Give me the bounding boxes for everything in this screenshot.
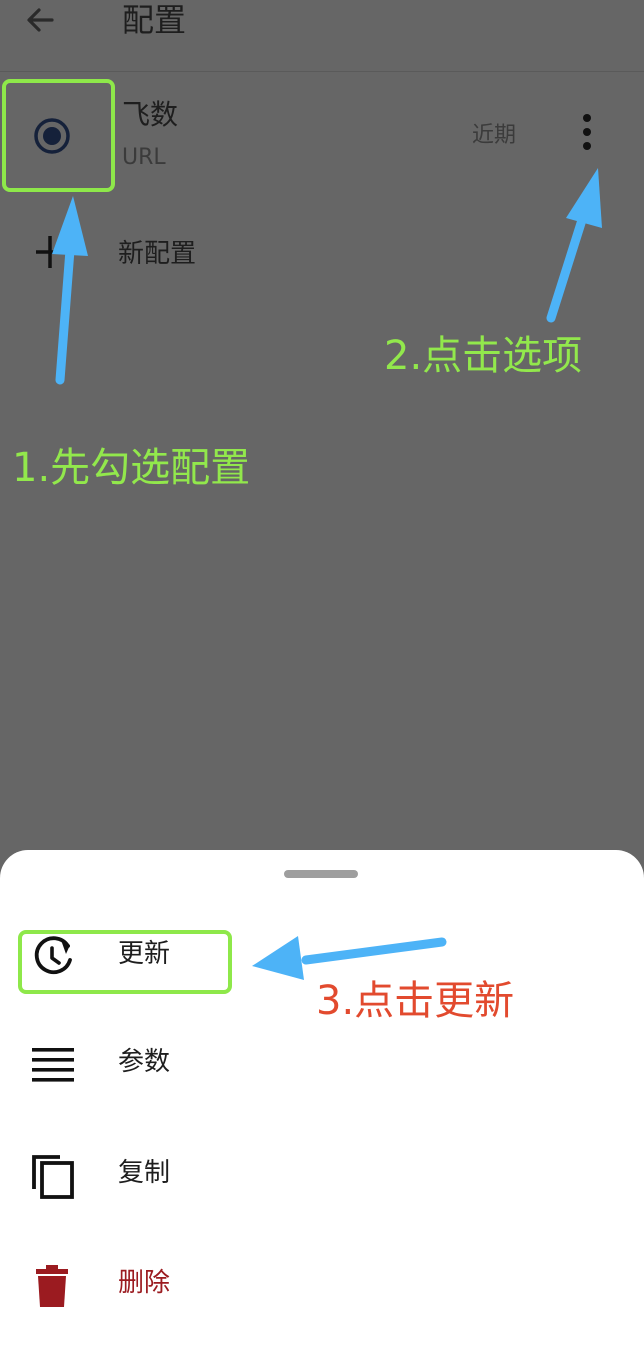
plus-icon	[32, 232, 68, 272]
copy-icon	[28, 1151, 78, 1201]
annotation-step-2: 2.点击选项	[384, 333, 583, 379]
radio-selected-icon	[34, 118, 70, 154]
update-clock-icon	[28, 932, 78, 982]
more-vertical-icon	[583, 114, 591, 150]
profile-type: URL	[122, 145, 166, 170]
options-bottom-sheet: 更新 参数 复制 删除	[0, 850, 644, 1356]
profile-updated-time: 近期	[472, 123, 517, 148]
profile-radio-button[interactable]	[32, 116, 72, 156]
menu-label-update: 更新	[118, 939, 171, 969]
menu-lines-icon	[28, 1040, 78, 1090]
profile-item[interactable]: 飞数 URL 近期	[0, 72, 644, 198]
menu-item-copy[interactable]: 复制	[0, 1133, 644, 1217]
arrow-left-icon	[27, 8, 54, 32]
new-profile-label: 新配置	[118, 239, 197, 269]
app-bar: 配置	[0, 0, 644, 72]
menu-item-parameters[interactable]: 参数	[0, 1022, 644, 1106]
menu-label-copy: 复制	[118, 1158, 171, 1188]
profile-name: 飞数	[122, 98, 179, 131]
trash-icon	[28, 1261, 78, 1311]
sheet-drag-handle[interactable]	[284, 870, 358, 878]
back-button[interactable]	[22, 2, 58, 38]
menu-label-parameters: 参数	[118, 1047, 171, 1077]
menu-item-delete[interactable]: 删除	[0, 1243, 644, 1327]
page-title: 配置	[122, 1, 187, 39]
annotation-step-1: 1.先勾选配置	[12, 445, 251, 491]
menu-item-update[interactable]: 更新	[0, 914, 644, 998]
new-profile-button[interactable]: 新配置	[0, 224, 644, 288]
menu-label-delete: 删除	[118, 1268, 171, 1298]
profile-options-button[interactable]	[570, 112, 604, 156]
